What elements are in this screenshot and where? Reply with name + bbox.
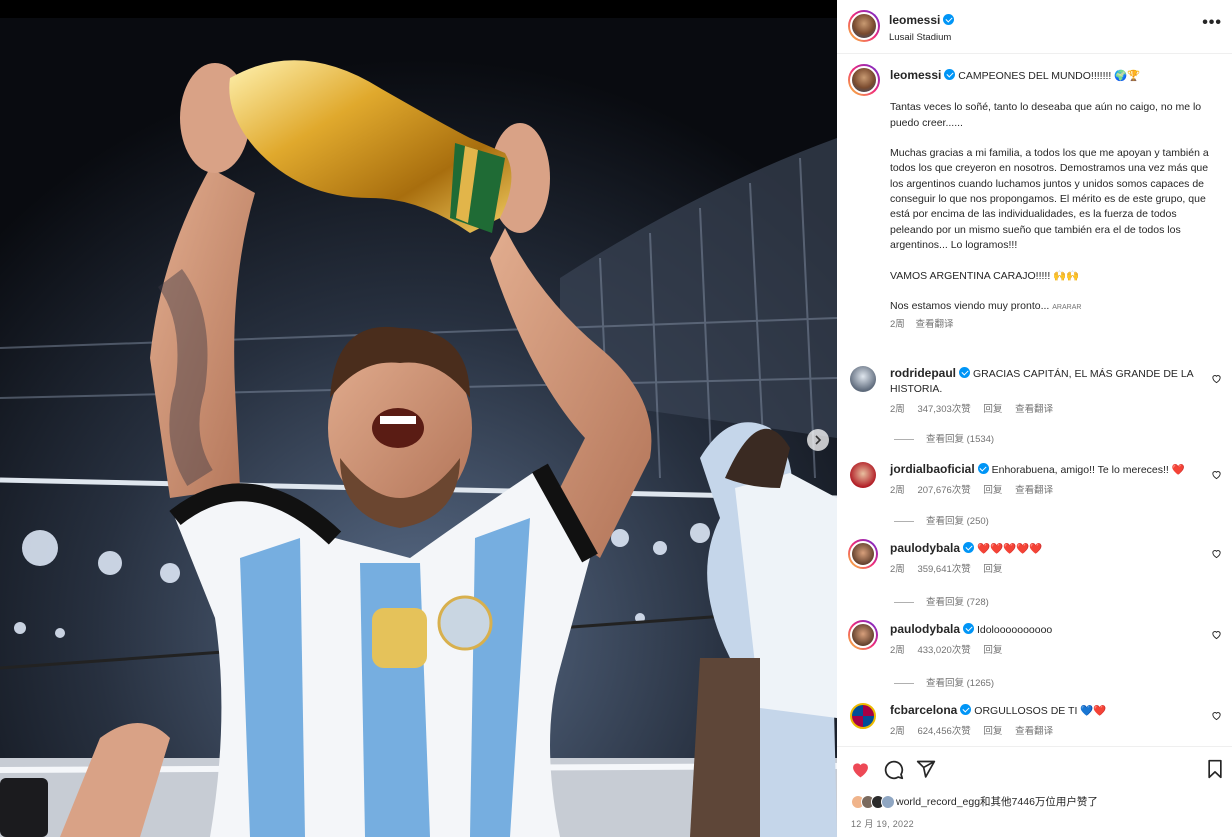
replies-divider (894, 682, 914, 684)
comment-age[interactable]: 2周 (890, 726, 905, 737)
view-replies-link[interactable]: 查看回复 (1534) (894, 431, 994, 445)
comment-age[interactable]: 2周 (890, 485, 905, 496)
view-replies-label[interactable]: 查看回复 (1265) (926, 678, 994, 689)
caption-username[interactable]: leomessi (890, 68, 941, 82)
view-replies-link[interactable]: 查看回复 (728) (894, 594, 989, 608)
commenter-username[interactable]: fcbarcelona (890, 703, 957, 717)
commenter-avatar[interactable] (848, 620, 878, 650)
replies-divider (894, 520, 914, 522)
verified-badge-icon (977, 463, 989, 474)
share-icon[interactable] (916, 759, 936, 779)
view-replies-label[interactable]: 查看回复 (1534) (926, 434, 994, 445)
comment-reply-button[interactable]: 回复 (983, 726, 1002, 737)
view-replies-link[interactable]: 查看回复 (1265) (894, 675, 994, 689)
comment-like-heart-icon[interactable] (1211, 629, 1222, 640)
comment-like-heart-icon[interactable] (1211, 469, 1222, 480)
comment-like-heart-icon[interactable] (1211, 710, 1222, 721)
likes-summary[interactable]: world_record_egg和其他7446万位用户赞了 (851, 794, 1098, 809)
post-media[interactable] (0, 0, 837, 837)
verified-badge-icon (963, 542, 975, 553)
comments-scroll-area[interactable]: leomessi CAMPEONES DEL MUNDO!!!!!!! 🌍🏆 T… (837, 54, 1232, 746)
comment-like-count[interactable]: 624,456次赞 (917, 726, 970, 737)
comment-like-count[interactable]: 207,676次赞 (917, 485, 970, 496)
verified-badge-icon (943, 14, 955, 25)
view-replies-link[interactable]: 查看回复 (250) (894, 513, 989, 527)
post-date[interactable]: 12 月 19, 2022 (851, 817, 914, 830)
liker-avatars (851, 794, 895, 809)
caption-headline: CAMPEONES DEL MUNDO!!!!!!! (958, 70, 1112, 82)
comment-reply-button[interactable]: 回复 (983, 564, 1002, 575)
author-avatar[interactable] (848, 10, 880, 42)
save-bookmark-icon[interactable] (1206, 759, 1224, 779)
commenter-avatar[interactable] (850, 703, 876, 729)
comment-text: ❤️❤️❤️❤️❤️ (976, 543, 1043, 555)
view-replies-label[interactable]: 查看回复 (250) (926, 516, 989, 527)
comment-translate-link[interactable]: 查看翻译 (1015, 485, 1053, 496)
caption-translate-link[interactable]: 查看翻译 (915, 319, 953, 330)
comment-like-heart-icon[interactable] (1211, 373, 1222, 384)
post-actions-bar: world_record_egg和其他7446万位用户赞了 12 月 19, 2… (837, 746, 1232, 837)
comment-text: Idoloooooooooo (976, 624, 1053, 636)
more-options-icon[interactable]: ••• (1202, 14, 1222, 32)
verified-badge-icon (944, 69, 956, 80)
caption-age[interactable]: 2周 (890, 319, 905, 330)
comment-age[interactable]: 2周 (890, 645, 905, 656)
chevron-right-icon (815, 435, 822, 445)
comment-text: Enhorabuena, amigo!! Te lo mereces!! ❤️ (991, 464, 1185, 476)
comment-like-heart-icon[interactable] (1211, 548, 1222, 559)
commenter-avatar[interactable] (850, 366, 876, 392)
view-replies-label[interactable]: 查看回复 (728) (926, 597, 989, 608)
post-header: leomessi Lusail Stadium ••• (837, 0, 1232, 54)
comment-reply-button[interactable]: 回复 (983, 404, 1002, 415)
caption-author-avatar[interactable] (848, 64, 880, 96)
commenter-avatar[interactable] (848, 539, 878, 569)
commenter-username[interactable]: rodridepaul (890, 366, 956, 380)
comment-translate-link[interactable]: 查看翻译 (1015, 404, 1053, 415)
comment-reply-button[interactable]: 回复 (983, 485, 1002, 496)
media-top-bar (0, 0, 837, 18)
replies-divider (894, 438, 914, 440)
comment-reply-button[interactable]: 回复 (983, 645, 1002, 656)
like-heart-icon[interactable] (850, 759, 871, 780)
post-location[interactable]: Lusail Stadium (889, 32, 954, 43)
comment-like-count[interactable]: 347,303次赞 (917, 404, 970, 415)
caption-paragraph-2: Muchas gracias a mi familia, a todos los… (890, 147, 1212, 251)
caption-paragraph-4: Nos estamos viendo muy pronto... (890, 300, 1050, 313)
commenter-avatar[interactable] (850, 462, 876, 488)
caption-paragraph-3: VAMOS ARGENTINA CARAJO!!!!! 🙌🙌 (890, 269, 1080, 282)
comment-translate-link[interactable]: 查看翻译 (1015, 726, 1053, 737)
verified-badge-icon (959, 367, 971, 378)
comment-text: ORGULLOSOS DE TI 💙❤️ (974, 705, 1107, 717)
comment-icon[interactable] (883, 759, 904, 780)
commenter-username[interactable]: jordialbaoficial (890, 462, 975, 476)
comment-like-count[interactable]: 433,020次赞 (917, 645, 970, 656)
comment-like-count[interactable]: 359,641次赞 (917, 564, 970, 575)
verified-badge-icon (960, 704, 972, 715)
post-caption: leomessi CAMPEONES DEL MUNDO!!!!!!! 🌍🏆 T… (890, 68, 1220, 333)
comment-age[interactable]: 2周 (890, 564, 905, 575)
next-photo-button[interactable] (807, 429, 829, 451)
caption-paragraph-1: Tantas veces lo soñé, tanto lo deseaba q… (890, 101, 1205, 129)
caption-headline-emoji: 🌍🏆 (1114, 70, 1141, 82)
post-photo (0, 18, 837, 837)
verified-badge-icon (963, 623, 975, 634)
post-side-panel: leomessi Lusail Stadium ••• leomessi CAM… (837, 0, 1232, 837)
comment-age[interactable]: 2周 (890, 404, 905, 415)
replies-divider (894, 601, 914, 603)
likes-summary-text: world_record_egg和其他7446万位用户赞了 (896, 796, 1098, 808)
flag-emojis: ARARAR (1052, 304, 1082, 312)
commenter-username[interactable]: paulodybala (890, 541, 960, 555)
commenter-username[interactable]: paulodybala (890, 622, 960, 636)
author-username[interactable]: leomessi (889, 13, 940, 27)
